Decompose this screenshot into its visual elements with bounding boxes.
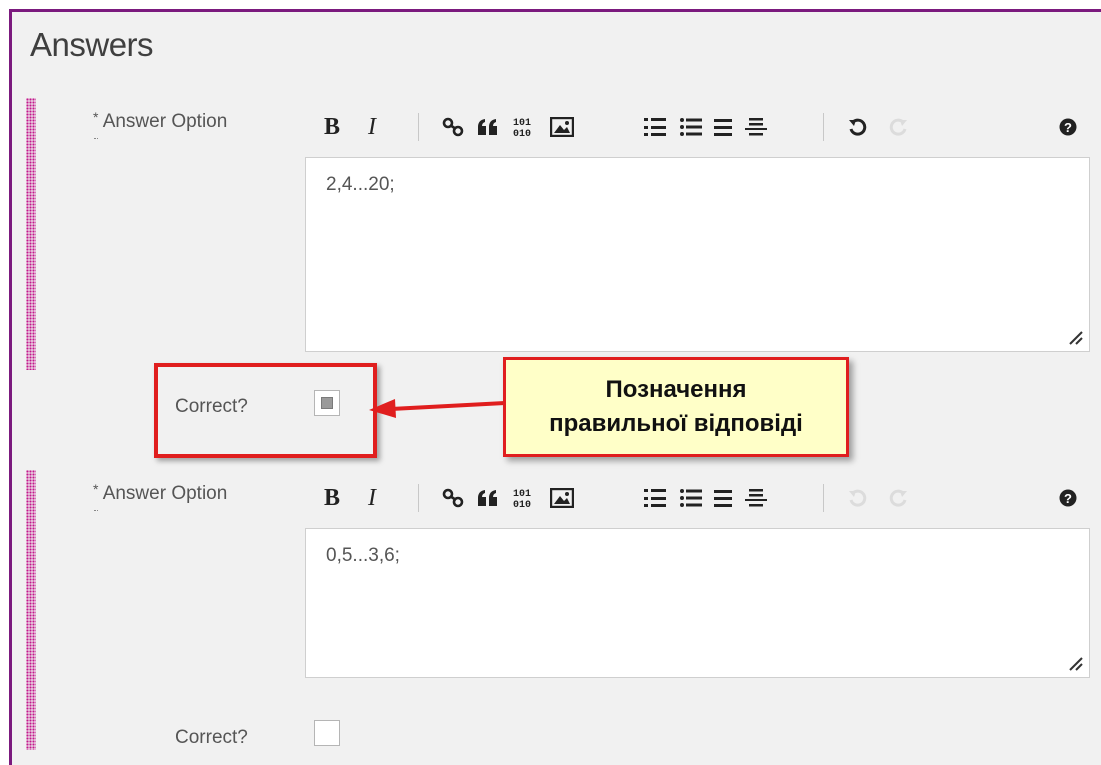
annotation-callout-line1: Позначення xyxy=(605,376,747,403)
italic-button[interactable]: I xyxy=(361,112,383,142)
annotation-highlight-box xyxy=(154,363,377,458)
toolbar-separator xyxy=(418,484,419,512)
link-icon[interactable] xyxy=(440,483,466,513)
italic-button[interactable]: I xyxy=(361,483,383,513)
svg-text:010: 010 xyxy=(513,129,531,138)
required-marker: * xyxy=(93,481,99,497)
svg-text:?: ? xyxy=(1064,491,1072,506)
answer-option-value: 2,4...20; xyxy=(326,174,395,195)
numbered-list-icon[interactable] xyxy=(642,112,668,142)
undo-icon[interactable] xyxy=(845,112,871,142)
horizontal-rule-icon[interactable] xyxy=(743,112,769,142)
drag-handle[interactable] xyxy=(26,98,36,370)
bullet-list-icon[interactable] xyxy=(678,483,704,513)
annotation-callout-line2: правильної відповіді xyxy=(549,410,803,437)
toolbar-separator xyxy=(418,113,419,141)
toolbar-separator xyxy=(823,113,824,141)
resize-grip-icon[interactable] xyxy=(1067,329,1083,345)
bold-button[interactable]: B xyxy=(319,483,345,513)
editor-toolbar: B I 101 010 ? xyxy=(305,112,1095,142)
correct-checkbox[interactable] xyxy=(314,720,340,746)
answer-option-value: 0,5...3,6; xyxy=(326,545,400,566)
quote-icon[interactable] xyxy=(475,112,501,142)
annotation-arrow xyxy=(369,399,506,418)
image-icon[interactable] xyxy=(547,112,577,142)
image-icon[interactable] xyxy=(547,483,577,513)
bullet-list-icon[interactable] xyxy=(678,112,704,142)
drag-handle[interactable] xyxy=(26,470,36,750)
link-icon[interactable] xyxy=(440,112,466,142)
code-icon[interactable]: 101 010 xyxy=(509,483,539,513)
help-icon[interactable]: ? xyxy=(1057,112,1079,142)
numbered-list-icon[interactable] xyxy=(642,483,668,513)
help-icon[interactable]: ? xyxy=(1057,483,1079,513)
align-icon[interactable] xyxy=(710,483,736,513)
horizontal-rule-icon[interactable] xyxy=(743,483,769,513)
quote-icon[interactable] xyxy=(475,483,501,513)
answer-option-label: * Answer Option xyxy=(93,481,228,505)
redo-icon[interactable] xyxy=(885,112,911,142)
answer-option-editor[interactable]: 2,4...20; xyxy=(305,157,1090,352)
answer-option-label-text: Answer Option xyxy=(102,483,228,504)
resize-grip-icon[interactable] xyxy=(1067,655,1083,671)
undo-icon[interactable] xyxy=(845,483,871,513)
answer-option-label-text: Answer Option xyxy=(102,111,228,132)
answer-option-editor[interactable]: 0,5...3,6; xyxy=(305,528,1090,678)
annotation-callout: Позначення правильної відповіді xyxy=(503,357,849,457)
redo-icon[interactable] xyxy=(885,483,911,513)
correct-label: Correct? xyxy=(175,727,248,748)
svg-text:101: 101 xyxy=(513,118,531,129)
answer-option-label: * Answer Option xyxy=(93,109,228,133)
section-title: Answers xyxy=(30,26,154,63)
code-icon[interactable]: 101 010 xyxy=(509,112,539,142)
svg-text:010: 010 xyxy=(513,500,531,509)
align-icon[interactable] xyxy=(710,112,736,142)
required-marker: * xyxy=(93,109,99,125)
editor-toolbar: B I 101 010 ? xyxy=(305,483,1095,513)
svg-text:101: 101 xyxy=(513,489,531,500)
svg-text:?: ? xyxy=(1064,120,1072,135)
toolbar-separator xyxy=(823,484,824,512)
bold-button[interactable]: B xyxy=(319,112,345,142)
